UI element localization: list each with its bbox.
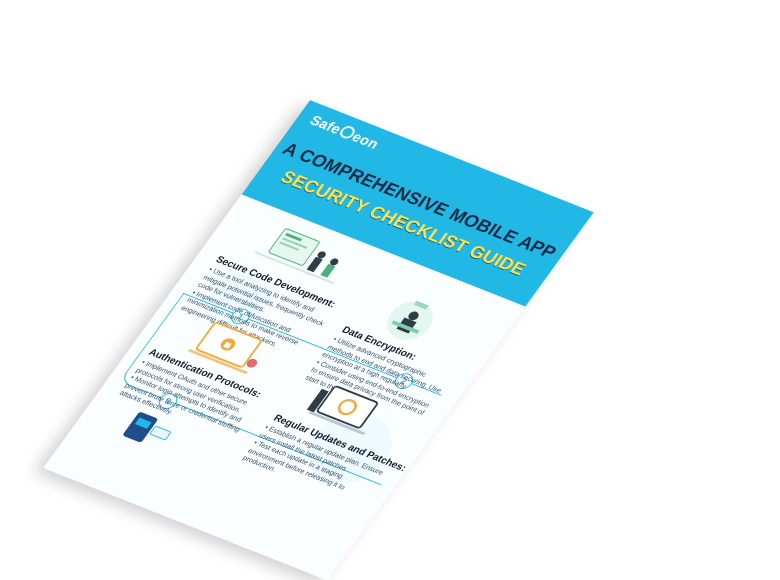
checklist-document: Safeeon A COMPREHENSIVE MOBILE APP SECUR… [43, 100, 594, 580]
safeaeon-logo: Safeeon [306, 112, 383, 153]
